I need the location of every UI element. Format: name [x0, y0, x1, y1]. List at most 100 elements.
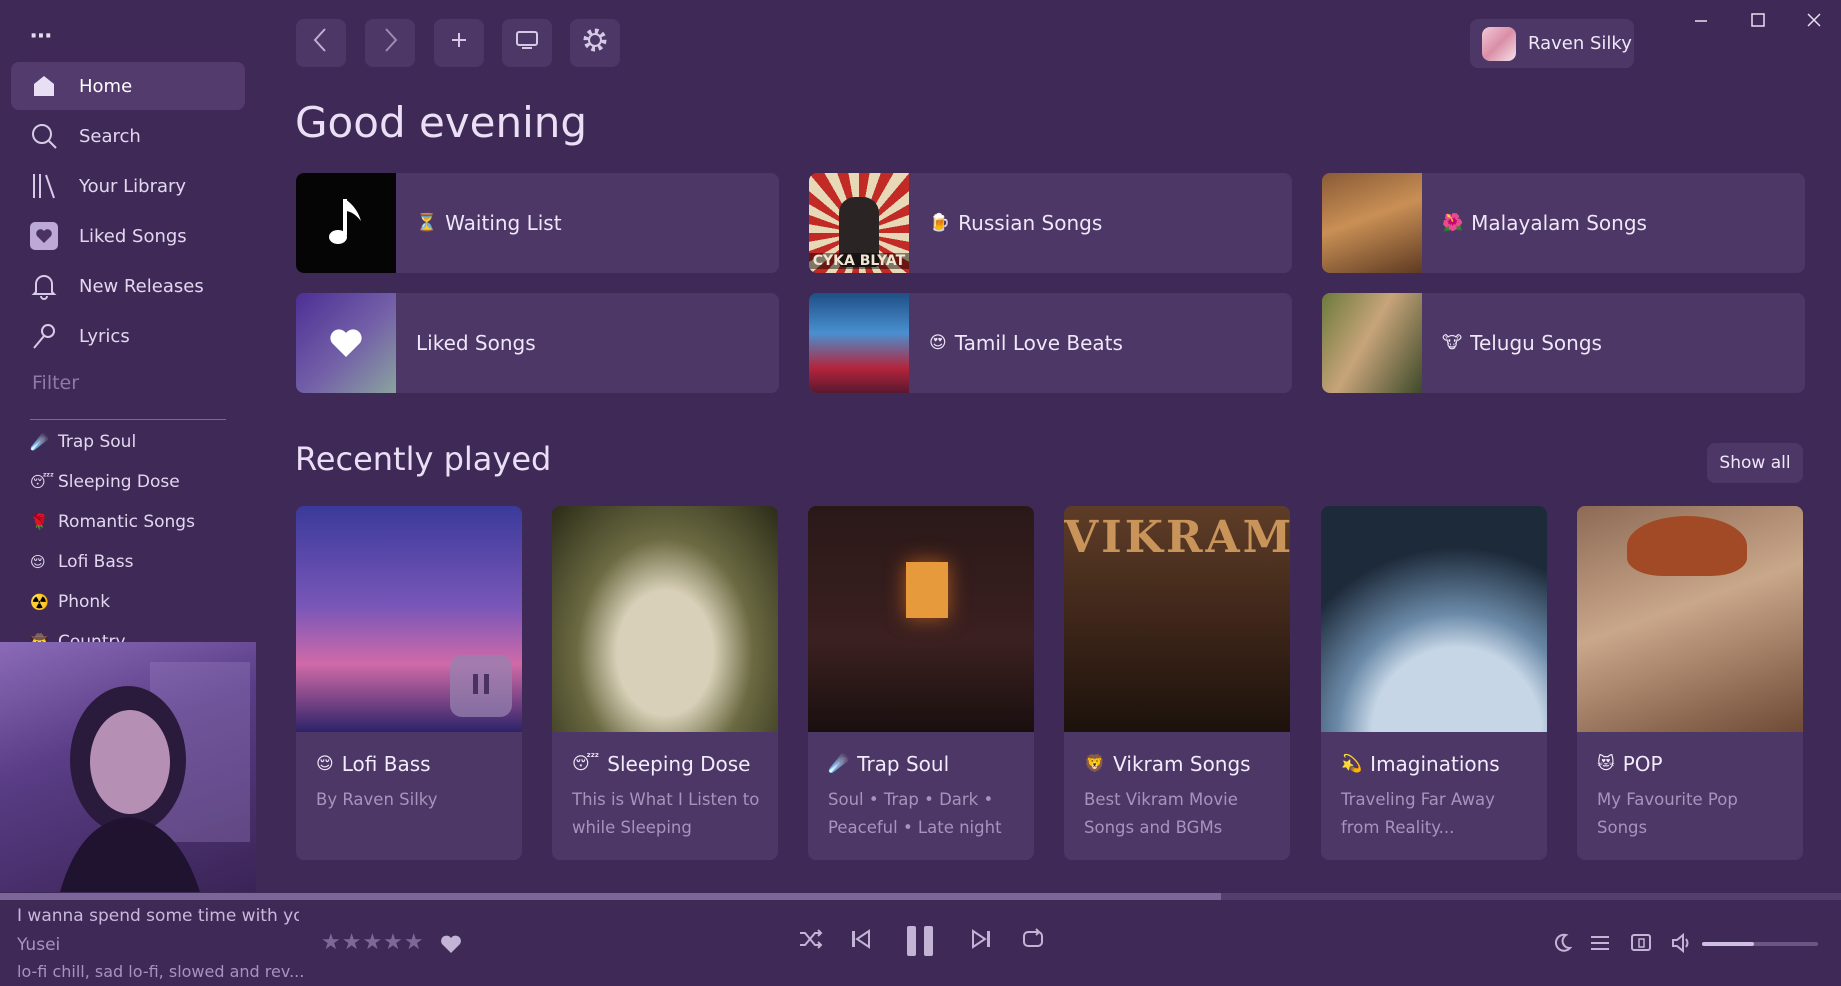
- playlist-card[interactable]: 😴 Sleeping Dose This is What I Listen to …: [552, 506, 778, 860]
- sidebar-item-home[interactable]: Home: [11, 62, 245, 110]
- device-icon: [1630, 934, 1652, 959]
- previous-button[interactable]: [850, 928, 872, 954]
- card-emoji: 🦁: [1084, 754, 1106, 774]
- playlist-item[interactable]: ☢️ Phonk: [30, 592, 110, 612]
- back-button[interactable]: [296, 19, 346, 67]
- card-title: Lofi Bass: [341, 752, 431, 776]
- settings-button[interactable]: [570, 19, 620, 67]
- sidebar-item-label: Lyrics: [79, 325, 130, 347]
- playlist-card[interactable]: 😻 POP My Favourite Pop Songs: [1577, 506, 1803, 860]
- quick-tile[interactable]: 🐮 Telugu Songs: [1322, 293, 1805, 393]
- tile-emoji: 😍: [929, 333, 947, 353]
- shuffle-button[interactable]: [798, 928, 824, 954]
- show-all-button[interactable]: Show all: [1707, 443, 1803, 483]
- playlist-item[interactable]: 😴 Sleeping Dose: [30, 472, 180, 492]
- plus-icon: [449, 30, 469, 56]
- next-button[interactable]: [970, 928, 992, 954]
- quick-tile[interactable]: 😍 Tamil Love Beats: [809, 293, 1292, 393]
- repeat-button[interactable]: [1021, 928, 1045, 954]
- card-subtitle: My Favourite Pop Songs: [1597, 790, 1738, 837]
- forward-button[interactable]: [365, 19, 415, 67]
- play-pause-button[interactable]: [904, 924, 936, 962]
- playlist-item[interactable]: 🌹 Romantic Songs: [30, 512, 195, 532]
- heart-icon: [296, 293, 396, 393]
- sidebar-item-label: Liked Songs: [79, 225, 187, 247]
- close-button[interactable]: [1806, 10, 1822, 35]
- greeting-title: Good evening: [295, 98, 588, 147]
- bell-icon: [29, 271, 59, 301]
- playback-progress[interactable]: [0, 893, 1841, 900]
- devices-button[interactable]: [1630, 932, 1652, 959]
- section-title: Recently played: [295, 440, 552, 478]
- mini-player-button[interactable]: [502, 19, 552, 67]
- sidebar-item-library[interactable]: Your Library: [11, 162, 245, 210]
- add-button[interactable]: [434, 19, 484, 67]
- quick-tile[interactable]: CYKA BLYAT 🍺 Russian Songs: [809, 173, 1292, 273]
- queue-icon: [1589, 936, 1611, 959]
- card-emoji: 😻: [1597, 754, 1615, 774]
- maximize-button[interactable]: [1750, 10, 1766, 35]
- menu-icon[interactable]: ⋯: [30, 24, 53, 49]
- card-subtitle: This is What I Listen to while Sleeping: [572, 790, 760, 837]
- card-title: POP: [1622, 752, 1663, 776]
- chevron-left-icon: [311, 26, 331, 60]
- sidebar-item-liked-songs[interactable]: Liked Songs: [11, 212, 245, 260]
- track-artist[interactable]: Yusei: [17, 935, 60, 955]
- playlist-item[interactable]: ☄️ Trap Soul: [30, 432, 136, 452]
- playlist-emoji: 🌹: [30, 513, 49, 531]
- card-emoji: 💫: [1341, 754, 1363, 774]
- avatar: [1482, 26, 1516, 61]
- volume-fill: [1702, 942, 1755, 946]
- card-artwork: [1321, 506, 1547, 732]
- tile-emoji: 🌺: [1442, 213, 1464, 233]
- playlist-emoji: 😌: [30, 553, 46, 571]
- moon-icon: [1552, 933, 1573, 959]
- queue-button[interactable]: [1589, 932, 1611, 959]
- sidebar-item-new-releases[interactable]: New Releases: [11, 262, 245, 310]
- tile-label: Telugu Songs: [1470, 331, 1602, 355]
- card-emoji: 😴: [572, 754, 600, 774]
- sidebar-item-lyrics[interactable]: Lyrics: [11, 312, 245, 360]
- quick-tile[interactable]: Liked Songs: [296, 293, 779, 393]
- card-artwork: [808, 506, 1034, 732]
- rating-stars[interactable]: ★★★★★: [321, 930, 425, 955]
- playlist-item[interactable]: 😌 Lofi Bass: [30, 552, 133, 572]
- screen-icon: [515, 29, 539, 57]
- user-menu-button[interactable]: Raven Silky: [1470, 19, 1634, 68]
- skip-back-icon: [850, 928, 872, 954]
- card-subtitle: Best Vikram Movie Songs and BGMs: [1084, 790, 1238, 837]
- volume-button[interactable]: [1670, 932, 1692, 959]
- tile-label: Russian Songs: [958, 211, 1103, 235]
- pause-icon: [904, 924, 936, 962]
- playlist-card[interactable]: VIKRAM 🦁 Vikram Songs Best Vikram Movie S…: [1064, 506, 1290, 860]
- sidebar-item-label: New Releases: [79, 275, 204, 297]
- now-playing-artwork[interactable]: [0, 642, 256, 892]
- tile-emoji: 🐮: [1442, 333, 1463, 353]
- playlist-card[interactable]: ☄️ Trap Soul Soul • Trap • Dark • Peacefu…: [808, 506, 1034, 860]
- user-name: Raven Silky: [1528, 33, 1632, 54]
- shuffle-icon: [798, 928, 824, 954]
- playlist-label: Sleeping Dose: [58, 472, 180, 492]
- tile-label: Tamil Love Beats: [954, 331, 1123, 355]
- playlist-card[interactable]: 😌 Lofi Bass By Raven Silky: [296, 506, 522, 860]
- minimize-button[interactable]: [1693, 10, 1709, 35]
- card-artwork: [552, 506, 778, 732]
- filter-input[interactable]: Filter: [32, 372, 79, 394]
- quick-tile[interactable]: 🌺 Malayalam Songs: [1322, 173, 1805, 273]
- tile-emoji: 🍺: [929, 213, 951, 233]
- sidebar-item-label: Your Library: [79, 175, 187, 197]
- card-artwork: [1577, 506, 1803, 732]
- volume-slider[interactable]: [1702, 942, 1818, 946]
- pause-button[interactable]: [450, 655, 512, 717]
- tile-artwork: CYKA BLYAT: [809, 173, 909, 273]
- home-icon: [29, 71, 59, 101]
- sidebar-item-search[interactable]: Search: [11, 112, 245, 160]
- card-title: Imaginations: [1370, 752, 1500, 776]
- quick-tile[interactable]: ⏳ Waiting List: [296, 173, 779, 273]
- playlist-emoji: ☢️: [30, 593, 49, 611]
- track-title[interactable]: I wanna spend some time with you: [17, 906, 299, 926]
- playlist-card[interactable]: 💫 Imaginations Traveling Far Away from Re…: [1321, 506, 1547, 860]
- playlist-emoji: ☄️: [30, 433, 49, 451]
- like-button[interactable]: [440, 934, 462, 958]
- theme-toggle[interactable]: [1552, 932, 1573, 959]
